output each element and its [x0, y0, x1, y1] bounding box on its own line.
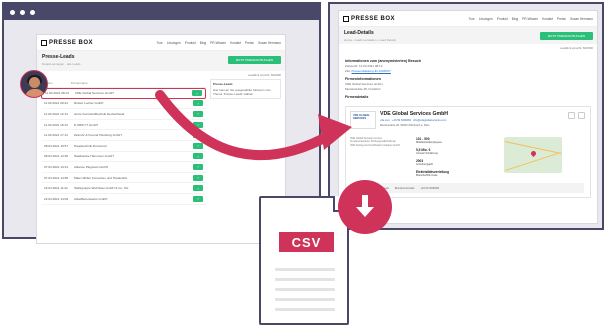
text-line	[275, 308, 335, 311]
download-arrow-icon[interactable]	[338, 180, 392, 234]
csv-badge: CSV	[279, 232, 334, 252]
text-line	[275, 298, 335, 301]
text-line	[275, 288, 335, 291]
csv-file: CSV	[259, 196, 349, 325]
text-line	[275, 268, 335, 271]
download-glyph	[356, 195, 374, 217]
text-line	[275, 278, 335, 281]
